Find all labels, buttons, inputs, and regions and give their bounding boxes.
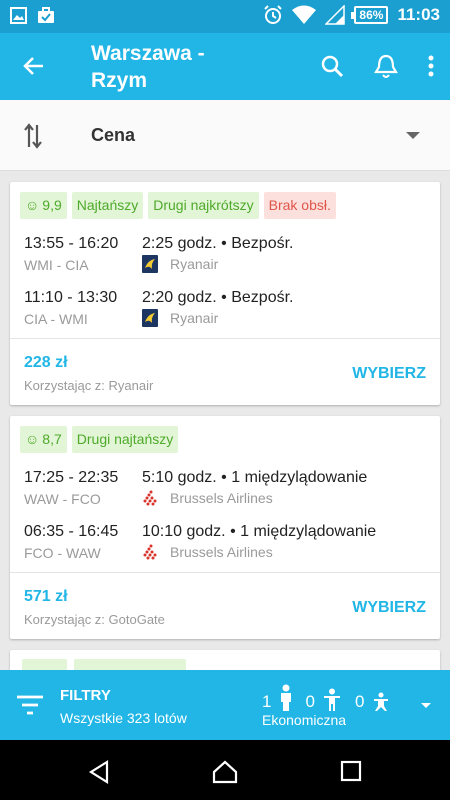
sort-label: Cena [91,125,136,145]
leg-duration: 2:20 godz. • Bezpośr. [142,289,294,306]
brussels-airlines-logo-icon [143,544,157,560]
flight-leg: 06:35 - 16:45 FCO - WAW 10:10 godz. • 1 … [24,523,434,567]
search-icon[interactable] [320,54,344,78]
leg-duration: 10:10 godz. • 1 międzylądowanie [142,523,377,540]
adult-icon [281,684,292,711]
ryanair-logo-icon [142,309,158,327]
signal-icon [325,5,346,25]
warning-badge: Brak obsł. [263,192,336,219]
leg-times: 13:55 - 16:20 [24,235,119,252]
airline-name: Brussels Airlines [170,544,273,560]
more-vert-icon[interactable] [428,55,434,77]
leg-times: 11:10 - 13:30 [24,289,118,306]
tag-badge: Drugi najtańszy [71,426,179,453]
sort-selector[interactable]: Cena [0,100,450,171]
filter-summary: Wszystkie 323 lotów [60,710,187,726]
flight-leg: 11:10 - 13:30 CIA - WMI 2:20 godz. • Bez… [24,289,434,333]
select-button[interactable]: WYBIERZ [352,599,426,617]
leg-times: 06:35 - 16:45 [24,523,119,540]
status-bar: 86% 11:03 [0,0,450,33]
wifi-icon [292,5,317,24]
divider [10,572,440,573]
flight-leg: 13:55 - 16:20 WMI - CIA 2:25 godz. • Bez… [24,235,434,279]
airline-name: Ryanair [170,310,219,326]
smile-icon: ☺ [25,197,40,213]
adults-count: 1 [262,692,272,711]
chevron-down-icon[interactable] [421,703,431,708]
battery-indicator: 86% [351,6,389,24]
flight-result-card[interactable]: ☺ 8,7 Drugi najtańszy 17:25 - 22:35 WAW -… [10,416,440,639]
rating-badge: ☺ 8,7 [20,426,67,453]
back-arrow-icon[interactable] [22,54,46,78]
rating-badge: ☺ 9,9 [20,192,67,219]
tag-badge: Drugi najkrótszy [148,192,259,219]
page-title: Warszawa - Rzym [91,42,205,92]
divider [10,338,440,339]
sort-arrows-icon [24,123,42,149]
leg-duration: 2:25 godz. • Bezpośr. [142,235,294,252]
leg-times: 17:25 - 22:35 [24,469,119,486]
nav-back-icon[interactable] [87,760,111,784]
briefcase-check-icon [38,7,54,23]
leg-airports: CIA - WMI [24,311,88,327]
booking-site: Korzystając z: Ryanair [24,378,154,393]
airline-name: Brussels Airlines [170,490,273,506]
chevron-down-icon[interactable] [406,132,420,139]
leg-duration: 5:10 godz. • 1 międzylądowanie [142,469,368,486]
infants-count: 0 [354,692,365,711]
select-button[interactable]: WYBIERZ [352,365,426,383]
infant-icon [374,692,389,711]
bell-icon[interactable] [374,53,398,79]
flight-leg: 17:25 - 22:35 WAW - FCO 5:10 godz. • 1 m… [24,469,434,513]
ryanair-logo-icon [142,255,158,273]
flight-result-card[interactable]: ☺ 9,9 Najtańszy Drugi najkrótszy Brak obs… [10,182,440,405]
smile-icon: ☺ [25,431,40,447]
system-nav-bar [0,740,450,800]
tag-badge: Najtańszy [71,192,144,219]
booking-site: Korzystając z: GotoGate [24,612,165,627]
nav-recents-icon[interactable] [340,760,362,782]
passenger-selector[interactable]: 1 0 0 [262,684,390,712]
child-icon [323,688,340,711]
nav-home-icon[interactable] [212,760,238,784]
filter-bar[interactable]: FILTRY Wszystkie 323 lotów 1 0 0 Ekonomi… [0,670,450,740]
clock: 11:03 [397,5,440,24]
leg-airports: FCO - WAW [24,545,101,561]
price: 571 zł [24,588,68,605]
filter-title[interactable]: FILTRY [60,687,111,704]
app-bar: Warszawa - Rzym [0,33,450,100]
airline-name: Ryanair [170,256,219,272]
leg-airports: WAW - FCO [24,491,101,507]
filter-icon[interactable] [16,694,44,716]
brussels-airlines-logo-icon [143,490,157,506]
alarm-icon [264,5,283,24]
cabin-class[interactable]: Ekonomiczna [262,712,346,728]
gallery-icon [10,7,27,24]
leg-airports: WMI - CIA [24,257,89,273]
children-count: 0 [305,692,315,711]
price: 228 zł [24,354,68,371]
